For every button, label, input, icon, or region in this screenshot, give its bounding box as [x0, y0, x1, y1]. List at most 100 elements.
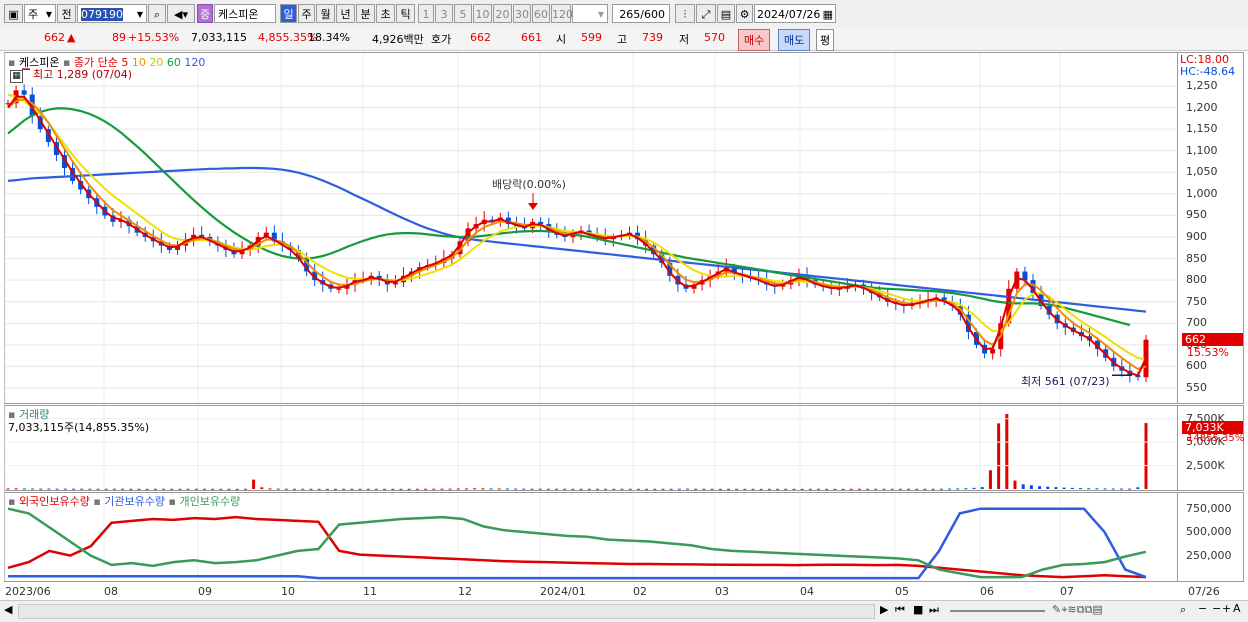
- price-tick-label: 600: [1186, 359, 1207, 373]
- x-tick-label: 03: [715, 585, 729, 598]
- volume-bar: [1054, 487, 1058, 489]
- volume-bar: [350, 488, 354, 490]
- volume-bar: [219, 488, 223, 490]
- panel-close-icon[interactable]: ▪: [169, 495, 176, 508]
- price-tick-label: 800: [1186, 273, 1207, 287]
- price-tick-label: 1,150: [1186, 122, 1218, 136]
- x-tick-label: 07/26: [1188, 585, 1220, 598]
- volume-bar: [202, 488, 206, 490]
- volume-bar: [939, 488, 943, 490]
- hc-label: HC:-48.64: [1180, 65, 1236, 78]
- event-marker: [528, 203, 538, 210]
- volume-bar: [88, 488, 92, 490]
- scroll-right-icon[interactable]: ▶: [880, 603, 888, 616]
- volume-bar: [628, 488, 632, 490]
- volume-bar: [612, 488, 616, 490]
- volume-bar: [301, 488, 305, 490]
- volume-bar: [849, 488, 853, 490]
- candle-body: [336, 288, 342, 290]
- volume-bar: [563, 488, 567, 490]
- horizontal-scrollbar[interactable]: [18, 604, 875, 619]
- ma20-line: [7, 93, 1147, 361]
- volume-bar: [948, 488, 952, 490]
- volume-tick-label: 2,500K: [1186, 458, 1225, 472]
- zoom-slider[interactable]: [950, 610, 1045, 612]
- volume-bar: [31, 488, 35, 490]
- volume-bar: [1070, 487, 1074, 489]
- volume-bar: [1046, 486, 1050, 489]
- volume-bar: [383, 488, 387, 490]
- panel-close-icon[interactable]: ▪: [8, 495, 15, 508]
- volume-bar: [325, 488, 329, 490]
- candle-body: [990, 349, 996, 354]
- volume-bar: [440, 488, 444, 490]
- volume-bar: [833, 488, 837, 490]
- volume-bar: [1079, 488, 1083, 490]
- panel-close-icon[interactable]: ▪: [93, 495, 100, 508]
- volume-bar: [1136, 487, 1140, 489]
- volume-bar: [276, 488, 280, 490]
- volume-bar: [751, 488, 755, 490]
- zoom-icon[interactable]: ⌕: [1180, 603, 1186, 617]
- volume-bar: [1062, 487, 1066, 489]
- volume-bar: [620, 488, 624, 490]
- zoom-out-icon[interactable]: −: [1198, 602, 1207, 615]
- volume-bar: [22, 488, 26, 490]
- volume-bar: [808, 488, 812, 490]
- volume-bar: [473, 488, 477, 490]
- grid-icon[interactable]: ▦: [10, 70, 23, 83]
- price-tick-label: 950: [1186, 208, 1207, 222]
- volume-bar: [1029, 485, 1033, 489]
- volume-bar: [284, 488, 288, 490]
- volume-bar: [481, 488, 485, 490]
- volume-bar: [726, 488, 730, 490]
- volume-bar: [391, 488, 395, 490]
- x-tick-label: 12: [458, 585, 472, 598]
- candle-body: [21, 90, 27, 95]
- x-tick-label: 2023/06: [5, 585, 51, 598]
- volume-bar: [997, 423, 1001, 489]
- high-annotation: 최고 1,289 (07/04): [33, 68, 133, 81]
- scroll-left-icon[interactable]: ◀: [4, 603, 12, 616]
- volume-bar: [235, 488, 239, 490]
- volume-bar: [645, 488, 649, 490]
- volume-bar: [268, 488, 272, 490]
- x-tick-label: 07: [1060, 585, 1074, 598]
- stop-icon[interactable]: ■: [913, 603, 923, 616]
- volume-bar: [587, 488, 591, 490]
- volume-bar: [710, 488, 714, 490]
- zoom-in-icon[interactable]: +: [1222, 602, 1231, 615]
- volume-bar: [260, 487, 264, 489]
- font-size-icon[interactable]: A: [1233, 602, 1241, 615]
- volume-bar: [776, 488, 780, 490]
- volume-bar: [415, 488, 419, 490]
- price-tick-label: 1,100: [1186, 143, 1218, 157]
- first-page-icon[interactable]: ⏮: [895, 603, 905, 617]
- x-tick-label: 05: [895, 585, 909, 598]
- volume-bar: [186, 488, 190, 490]
- volume-bar: [153, 488, 157, 490]
- volume-bar: [686, 488, 690, 490]
- last-page-icon[interactable]: ⏭: [929, 603, 939, 617]
- volume-bar: [1038, 486, 1042, 489]
- price-tick-label: 700: [1186, 316, 1207, 330]
- volume-bar: [456, 488, 460, 490]
- volume-bar: [1128, 488, 1132, 490]
- volume-bar: [792, 488, 796, 490]
- price-tick-label: 1,000: [1186, 186, 1218, 200]
- volume-bar: [669, 488, 673, 490]
- draw-tools-icon[interactable]: ✎⌖≋⧉⧉▤: [1052, 603, 1103, 617]
- volume-bar: [252, 479, 256, 489]
- price-tick-label: 1,050: [1186, 165, 1218, 179]
- volume-bar: [211, 488, 215, 490]
- x-tick-label: 02: [633, 585, 647, 598]
- volume-bar: [1095, 488, 1099, 490]
- panel-close-icon[interactable]: ▪: [8, 56, 15, 69]
- volume-bar: [964, 488, 968, 490]
- holding-series-line: [7, 515, 1147, 579]
- volume-bar: [857, 488, 861, 490]
- zoom-out-minus-icon[interactable]: −: [1212, 602, 1221, 615]
- volume-bar: [694, 488, 698, 490]
- volume-bar: [915, 488, 919, 490]
- price-tick-label: 750: [1186, 294, 1207, 308]
